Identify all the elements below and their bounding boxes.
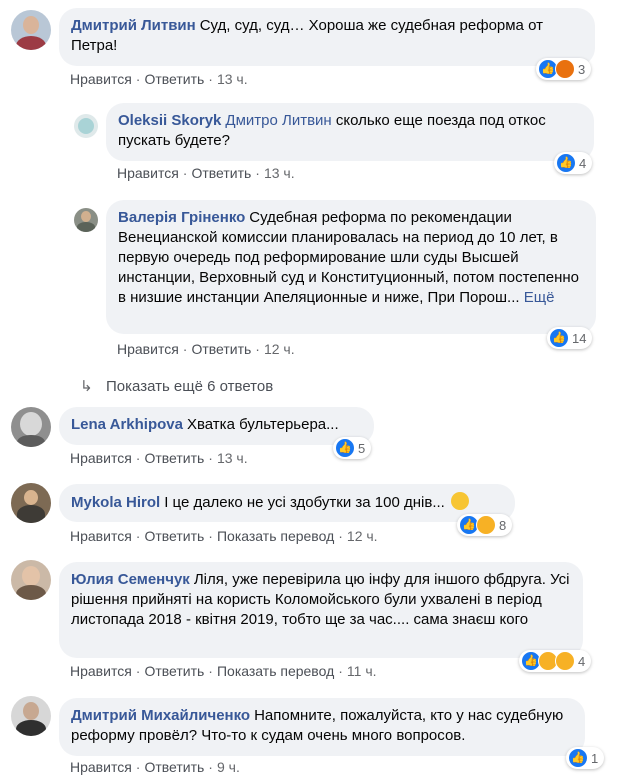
sad-icon — [555, 651, 575, 671]
reactions-summary[interactable]: 👍 4 — [519, 650, 592, 672]
timestamp[interactable]: 12 ч. — [264, 341, 295, 357]
comment-actions: Нравится · Ответить · 13 ч. — [117, 165, 295, 181]
reaction-count: 3 — [578, 61, 586, 77]
timestamp[interactable]: 11 ч. — [347, 663, 377, 679]
comment-bubble: Юлия Семенчук Ліля, уже перевірила цю інф… — [59, 562, 583, 658]
show-more-replies-label: Показать ещё 6 ответов — [106, 378, 274, 395]
avatar[interactable] — [11, 407, 51, 447]
comment-bubble: Дмитрий Михайличенко Напомните, пожалуйст… — [59, 698, 585, 756]
reply-button[interactable]: Ответить — [144, 71, 204, 87]
comment-actions: Нравится · Ответить · 12 ч. — [117, 341, 295, 357]
translate-button[interactable]: Показать перевод — [217, 663, 334, 679]
reply-button[interactable]: Ответить — [144, 450, 204, 466]
timestamp[interactable]: 13 ч. — [264, 165, 295, 181]
comment-bubble: Дмитрий Литвин Суд, суд, суд… Хороша же с… — [59, 8, 595, 66]
like-button[interactable]: Нравится — [70, 71, 132, 87]
avatar[interactable] — [11, 696, 51, 736]
avatar[interactable] — [11, 560, 51, 600]
comment-text: Хватка бультерьера... — [186, 416, 339, 433]
avatar[interactable] — [74, 114, 98, 138]
see-more-link[interactable]: Ещё — [524, 289, 555, 306]
translate-button[interactable]: Показать перевод — [217, 528, 334, 544]
like-button[interactable]: Нравится — [70, 450, 132, 466]
avatar[interactable] — [74, 208, 98, 232]
like-button[interactable]: Нравится — [70, 759, 132, 775]
reactions-summary[interactable]: 👍 8 — [457, 514, 513, 536]
comment-author[interactable]: Юлия Семенчук — [71, 571, 190, 588]
like-icon: 👍 — [549, 328, 569, 348]
reaction-count: 4 — [579, 155, 587, 171]
reactions-summary[interactable]: 👍 3 — [536, 58, 592, 80]
comment-author[interactable]: Lena Arkhipova — [71, 416, 183, 433]
avatar[interactable] — [11, 10, 51, 50]
comment-actions: Нравится · Ответить · Показать перевод · 11 ч. — [70, 663, 377, 679]
reply-arrow-icon: ↳ — [80, 378, 93, 395]
show-more-replies[interactable]: ↳ Показать ещё 6 ответов — [80, 377, 273, 395]
mention-link[interactable]: Дмитро Литвин — [225, 112, 331, 129]
comment-author[interactable]: Валерія Гріненко — [118, 209, 245, 226]
reactions-summary[interactable]: 👍 4 — [554, 152, 593, 174]
timestamp[interactable]: 9 ч. — [217, 759, 240, 775]
comment-author[interactable]: Mykola Hirol — [71, 494, 160, 511]
reply-button[interactable]: Ответить — [191, 165, 251, 181]
like-button[interactable]: Нравится — [70, 663, 132, 679]
angry-icon — [555, 59, 575, 79]
smile-emoji-icon — [451, 492, 469, 510]
reply-button[interactable]: Ответить — [144, 528, 204, 544]
comment-author[interactable]: Дмитрий Михайличенко — [71, 707, 250, 724]
comment-author[interactable]: Дмитрий Литвин — [71, 17, 196, 34]
comment-author[interactable]: Oleksii Skoryk — [118, 112, 221, 129]
reaction-count: 8 — [499, 517, 507, 533]
reply-button[interactable]: Ответить — [191, 341, 251, 357]
like-button[interactable]: Нравится — [70, 528, 132, 544]
comment-bubble: Oleksii Skoryk Дмитро Литвин сколько еще … — [106, 103, 594, 161]
like-icon: 👍 — [568, 748, 588, 768]
like-icon: 👍 — [335, 438, 355, 458]
comment-text: І це далеко не усі здобутки за 100 днів.… — [164, 494, 445, 511]
avatar[interactable] — [11, 483, 51, 523]
comment-actions: Нравится · Ответить · 9 ч. — [70, 759, 240, 775]
reply-button[interactable]: Ответить — [144, 663, 204, 679]
like-button[interactable]: Нравится — [117, 341, 179, 357]
timestamp[interactable]: 12 ч. — [347, 528, 378, 544]
timestamp[interactable]: 13 ч. — [217, 71, 248, 87]
reactions-summary[interactable]: 👍 5 — [333, 437, 372, 459]
reaction-count: 5 — [358, 440, 366, 456]
comment-bubble: Mykola Hirol І це далеко не усі здобутки … — [59, 484, 515, 522]
comment-actions: Нравится · Ответить · 13 ч. — [70, 450, 248, 466]
reactions-summary[interactable]: 👍 1 — [566, 747, 605, 769]
comment-bubble: Lena Arkhipova Хватка бультерьера... — [59, 407, 374, 445]
reactions-summary[interactable]: 👍 14 — [547, 327, 593, 349]
reaction-count: 1 — [591, 750, 599, 766]
comment-actions: Нравится · Ответить · 13 ч. — [70, 71, 248, 87]
reply-button[interactable]: Ответить — [144, 759, 204, 775]
comment-bubble: Валерія Гріненко Судебная реформа по реко… — [106, 200, 596, 334]
timestamp[interactable]: 13 ч. — [217, 450, 248, 466]
sad-icon — [476, 515, 496, 535]
reaction-count: 4 — [578, 653, 586, 669]
like-icon: 👍 — [556, 153, 576, 173]
reaction-count: 14 — [572, 330, 587, 346]
like-button[interactable]: Нравится — [117, 165, 179, 181]
comment-actions: Нравится · Ответить · Показать перевод · 12 ч. — [70, 528, 378, 544]
